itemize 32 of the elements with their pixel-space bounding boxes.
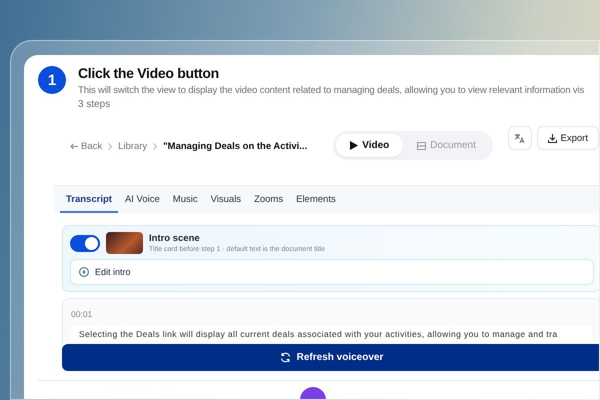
- intro-toggle-switch[interactable]: [70, 234, 100, 252]
- view-toggle-option[interactable]: Video: [336, 134, 404, 157]
- timestamp: 00:01: [71, 309, 94, 319]
- back-arrow-icon: [70, 143, 78, 150]
- intro-title: Intro scene: [149, 233, 201, 244]
- chevron-right-icon: [153, 143, 158, 150]
- chevron-right-icon: [108, 143, 112, 150]
- transcript-text[interactable]: Selecting the Deals link will display all current deals associated with your activities, allowing you to manage and tra: [71, 325, 592, 341]
- editor-tab[interactable]: Visuals: [204, 186, 248, 213]
- scene-thumbnail: [106, 232, 143, 254]
- play-icon: [350, 141, 358, 150]
- play-circle-icon: [79, 267, 89, 277]
- editor-tab[interactable]: Zooms: [248, 186, 290, 213]
- edit-intro-button[interactable]: Edit intro: [70, 259, 594, 285]
- document-icon: [417, 142, 426, 150]
- step-count: 3 steps: [78, 99, 112, 110]
- refresh-voiceover-button[interactable]: Refresh voiceover: [62, 344, 599, 371]
- editor-tab[interactable]: Music: [166, 186, 204, 213]
- editor-tab[interactable]: Elements: [290, 186, 342, 213]
- editor-tab[interactable]: AI Voice: [118, 186, 166, 213]
- step-description: This will switch the view to display the video content related to managing deals, allowing you to view relevant information vis: [78, 85, 584, 96]
- editor-tab[interactable]: Transcript: [60, 186, 118, 213]
- refresh-icon: [280, 352, 291, 363]
- translate-button[interactable]: [508, 126, 532, 150]
- document-title: "Managing Deals on the Activi...: [163, 141, 308, 152]
- breadcrumb-link[interactable]: Library: [118, 141, 148, 152]
- translate-icon: [514, 132, 526, 144]
- step-number-badge: 1: [38, 66, 66, 94]
- step-title: Click the Video button: [78, 65, 220, 81]
- download-icon: [548, 134, 557, 142]
- export-button[interactable]: Export: [536, 126, 599, 150]
- back-link[interactable]: Back: [70, 141, 102, 152]
